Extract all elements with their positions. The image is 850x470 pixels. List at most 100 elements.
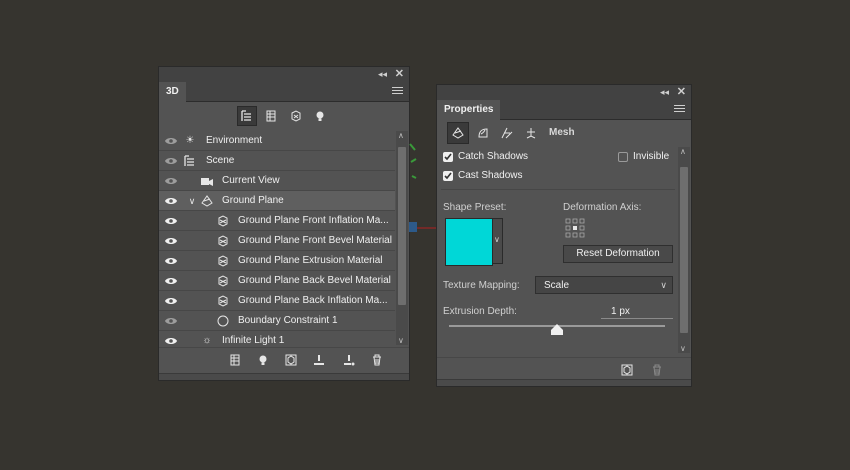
scrollbar-thumb[interactable] — [398, 147, 406, 305]
scene-icon — [184, 155, 194, 166]
deform-icon[interactable] — [473, 123, 493, 143]
row-label: Ground Plane — [222, 195, 284, 206]
canvas-widget — [409, 143, 437, 232]
invisible-checkbox[interactable] — [618, 152, 628, 162]
properties-panel: ◂◂ ✕ Properties Mesh Catch Shadows Invis… — [436, 84, 692, 387]
scroll-up-icon[interactable]: ∧ — [398, 131, 404, 140]
row-infinite-light[interactable]: ☼ Infinite Light 1 — [159, 331, 395, 345]
row-boundary-constraint[interactable]: Boundary Constraint 1 — [159, 311, 395, 331]
eye-icon[interactable] — [165, 217, 177, 225]
resize-grip[interactable] — [159, 373, 409, 380]
row-material[interactable]: Ground Plane Extrusion Material — [159, 251, 395, 271]
scroll-up-icon[interactable]: ∧ — [680, 147, 686, 156]
extrusion-depth-value[interactable]: 1 px — [611, 306, 630, 317]
close-icon[interactable]: ✕ — [395, 67, 404, 81]
catch-shadows-checkbox[interactable] — [443, 152, 453, 162]
cast-shadows-checkbox[interactable] — [443, 171, 453, 181]
collapse-icon[interactable]: ◂◂ — [660, 85, 669, 99]
row-material[interactable]: Ground Plane Front Bevel Material — [159, 231, 395, 251]
deformation-axis-grid[interactable] — [565, 218, 585, 238]
drop-to-ground-icon[interactable] — [313, 354, 325, 366]
material-icon — [218, 215, 228, 227]
section-label: Mesh — [549, 127, 575, 138]
eye-icon[interactable] — [165, 157, 177, 165]
texture-mapping-label: Texture Mapping: — [443, 280, 520, 291]
shape-preset-dropdown[interactable]: ∨ — [492, 218, 503, 264]
invisible-label: Invisible — [633, 151, 670, 162]
collapse-icon[interactable]: ◂◂ — [378, 67, 387, 81]
divider — [441, 189, 675, 190]
scene-filter-icon[interactable] — [237, 106, 257, 126]
row-label: Ground Plane Back Inflation Ma... — [238, 295, 388, 306]
row-label: Boundary Constraint 1 — [238, 315, 338, 326]
add-constraint-icon[interactable] — [343, 354, 355, 366]
scroll-down-icon[interactable]: ∨ — [680, 344, 686, 353]
shape-preset-label: Shape Preset: — [443, 202, 507, 213]
eye-icon[interactable] — [165, 297, 177, 305]
add-mesh-icon[interactable] — [229, 354, 241, 366]
tab-properties[interactable]: Properties — [437, 100, 501, 120]
trash-icon[interactable] — [651, 364, 663, 376]
texture-mapping-select[interactable]: Scale ∨ — [535, 276, 673, 294]
slider-thumb[interactable] — [551, 324, 563, 335]
chevron-down-icon: ∨ — [494, 235, 500, 244]
row-scene[interactable]: Scene — [159, 151, 395, 171]
eye-icon[interactable] — [165, 197, 177, 205]
row-environment[interactable]: ☀ Environment — [159, 131, 395, 151]
mesh-icon — [201, 195, 213, 207]
tree-scrollbar[interactable]: ∧ ∨ — [396, 131, 408, 345]
panel-menu-icon[interactable] — [392, 87, 403, 96]
trash-icon[interactable] — [371, 354, 383, 366]
panel-top-strip: ◂◂ ✕ — [437, 85, 691, 99]
row-material[interactable]: Ground Plane Back Bevel Material — [159, 271, 395, 291]
row-material[interactable]: Ground Plane Front Inflation Ma... — [159, 211, 395, 231]
material-icon — [218, 255, 228, 267]
resize-grip[interactable] — [437, 379, 691, 386]
material-icon — [218, 275, 228, 287]
mesh-filter-icon[interactable] — [261, 106, 281, 126]
eye-icon[interactable] — [165, 137, 177, 145]
eye-icon[interactable] — [165, 257, 177, 265]
shape-preset-swatch[interactable] — [445, 218, 493, 266]
constraint-icon — [217, 315, 229, 327]
eye-icon[interactable] — [165, 277, 177, 285]
row-label: Ground Plane Front Inflation Ma... — [238, 215, 389, 226]
material-icon — [218, 295, 228, 307]
properties-scrollbar[interactable]: ∧ ∨ — [678, 147, 690, 353]
panel-menu-icon[interactable] — [674, 105, 685, 114]
cast-shadows-label: Cast Shadows — [458, 170, 523, 181]
eye-icon[interactable] — [165, 337, 177, 345]
row-ground-plane[interactable]: ∨ Ground Plane — [159, 191, 395, 211]
chevron-down-icon: ∨ — [660, 280, 667, 290]
add-light-icon[interactable] — [257, 354, 269, 366]
mesh-icon[interactable] — [447, 122, 469, 144]
scroll-down-icon[interactable]: ∨ — [398, 336, 404, 345]
extrusion-depth-underline — [601, 318, 673, 319]
row-current-view[interactable]: Current View — [159, 171, 395, 191]
deformation-axis-label: Deformation Axis: — [563, 202, 642, 213]
eye-icon[interactable] — [165, 177, 177, 185]
infinite-light-icon: ☼ — [202, 335, 212, 345]
coordinates-icon[interactable] — [521, 123, 541, 143]
3d-panel: ◂◂ ✕ 3D ☀ Environment Scene Current View… — [158, 66, 410, 381]
material-filter-icon[interactable] — [286, 106, 306, 126]
chevron-down-icon[interactable]: ∨ — [186, 195, 198, 207]
3d-bottom-toolbar — [159, 347, 409, 372]
render-icon[interactable] — [621, 364, 633, 376]
cap-icon[interactable] — [497, 123, 517, 143]
environment-icon: ☀ — [185, 135, 195, 146]
row-material[interactable]: Ground Plane Back Inflation Ma... — [159, 291, 395, 311]
eye-icon[interactable] — [165, 317, 177, 325]
render-icon[interactable] — [285, 354, 297, 366]
close-icon[interactable]: ✕ — [677, 85, 686, 99]
texture-mapping-value: Scale — [544, 280, 570, 291]
material-icon — [218, 235, 228, 247]
row-label: Current View — [222, 175, 280, 186]
eye-icon[interactable] — [165, 237, 177, 245]
scrollbar-thumb[interactable] — [680, 167, 688, 333]
row-label: Environment — [206, 135, 263, 146]
light-filter-icon[interactable] — [310, 106, 330, 126]
tab-3d[interactable]: 3D — [159, 82, 186, 102]
extrusion-depth-label: Extrusion Depth: — [443, 306, 517, 317]
reset-deformation-button[interactable]: Reset Deformation — [563, 245, 673, 263]
